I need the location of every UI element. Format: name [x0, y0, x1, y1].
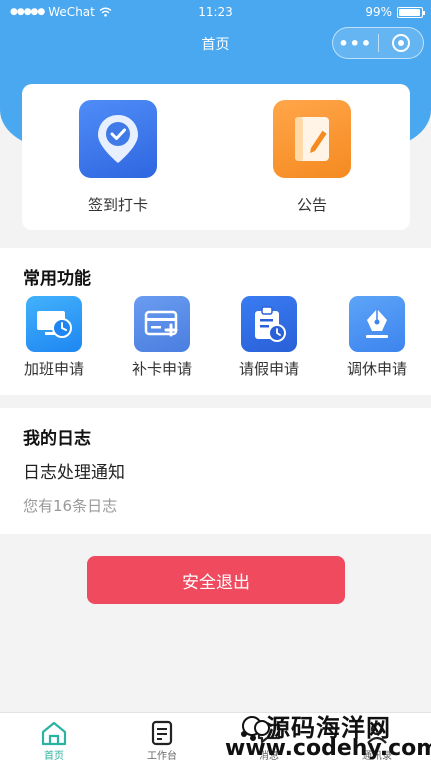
compensatory-leave-entry[interactable]: 调休申请	[337, 296, 417, 379]
overtime-apply-label: 加班申请	[23, 360, 84, 378]
top-card: 签到打卡 公告	[22, 84, 410, 230]
tab-workbench-label: 工作台	[147, 751, 177, 762]
home-icon	[14, 719, 94, 747]
notebook-pen-icon	[273, 100, 351, 178]
target-icon	[391, 34, 410, 52]
leave-apply-entry[interactable]: 请假申请	[229, 296, 309, 379]
overtime-apply-entry[interactable]: 加班申请	[14, 296, 94, 379]
logout-button[interactable]: 安全退出	[87, 556, 345, 604]
watermark-url: www.codehy.com	[225, 736, 431, 761]
tab-home-label: 首页	[44, 751, 64, 762]
notice-entry[interactable]: 公告	[252, 100, 372, 215]
my-diary-section[interactable]: 我的日志 日志处理通知 您有16条日志	[0, 408, 431, 534]
battery-percent: 99%	[365, 5, 392, 19]
close-button[interactable]	[378, 34, 423, 52]
notice-label: 公告	[296, 196, 327, 214]
tab-workbench[interactable]: 工作台	[122, 719, 202, 762]
card-plus-icon	[134, 296, 190, 352]
miniprogram-capsule: •••	[332, 27, 424, 59]
clipboard-clock-icon	[241, 296, 297, 352]
leave-apply-label: 请假申请	[238, 360, 299, 378]
card-reissue-label: 补卡申请	[131, 360, 192, 378]
diary-title: 我的日志	[23, 429, 91, 449]
status-bar: ●●●●● WeChat 11:23 99%	[0, 0, 431, 24]
diary-count-text: 您有16条日志	[23, 497, 118, 515]
checkin-label: 签到打卡	[87, 196, 148, 214]
site-watermark: 源码海洋网 www.codehy.com	[225, 702, 431, 762]
document-icon	[122, 719, 202, 747]
location-check-icon	[79, 100, 157, 178]
monitor-clock-icon	[26, 296, 82, 352]
battery-icon	[397, 6, 425, 18]
checkin-entry[interactable]: 签到打卡	[58, 100, 178, 215]
diary-heading: 日志处理通知	[23, 463, 125, 483]
tab-home[interactable]: 首页	[14, 719, 94, 762]
functions-title: 常用功能	[23, 269, 91, 289]
pen-nib-icon	[349, 296, 405, 352]
card-reissue-entry[interactable]: 补卡申请	[122, 296, 202, 379]
common-functions-section: 常用功能 加班申请 补卡申请 请假申请 调休申请	[0, 248, 431, 395]
compensatory-leave-label: 调休申请	[346, 360, 407, 378]
more-button[interactable]: •••	[333, 34, 378, 53]
